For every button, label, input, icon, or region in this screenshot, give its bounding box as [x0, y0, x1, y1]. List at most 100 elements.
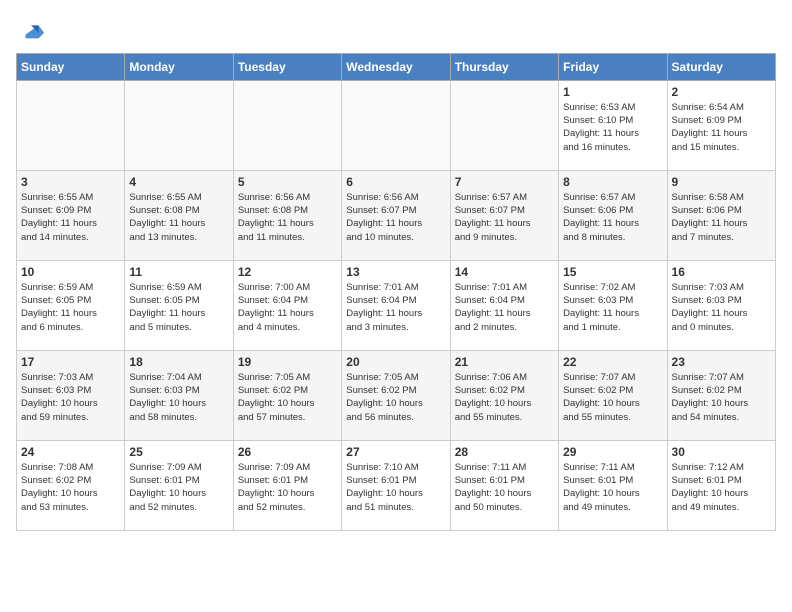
day-cell: 29 Sunrise: 7:11 AM Sunset: 6:01 PM Dayli…: [559, 440, 667, 530]
col-header-wednesday: Wednesday: [342, 53, 450, 80]
week-row-5: 24Sunrise: 7:08 AM Sunset: 6:02 PM Dayli…: [17, 440, 776, 530]
day-info: Sunrise: 7:07 AM Sunset: 6:02 PM Dayligh…: [563, 371, 662, 424]
header-row: SundayMondayTuesdayWednesdayThursdayFrid…: [17, 53, 776, 80]
day-number: 9: [672, 175, 771, 189]
logo-text: [16, 20, 46, 49]
col-header-monday: Monday: [125, 53, 233, 80]
day-info: Sunrise: 7:03 AM Sunset: 6:03 PM Dayligh…: [21, 371, 120, 424]
col-header-tuesday: Tuesday: [233, 53, 341, 80]
day-info: Sunrise: 6:58 AM Sunset: 6:06 PM Dayligh…: [672, 191, 771, 244]
week-row-3: 10 Sunrise: 6:59 AM Sunset: 6:05 PM Dayli…: [17, 260, 776, 350]
day-info: Sunrise: 7:11 AM Sunset: 6:01 PM Dayligh…: [563, 461, 662, 514]
day-cell: 24Sunrise: 7:08 AM Sunset: 6:02 PM Dayli…: [17, 440, 125, 530]
col-header-friday: Friday: [559, 53, 667, 80]
day-cell: 13 Sunrise: 7:01 AM Sunset: 6:04 PM Dayli…: [342, 260, 450, 350]
calendar-table: SundayMondayTuesdayWednesdayThursdayFrid…: [16, 53, 776, 531]
day-info: Sunrise: 7:06 AM Sunset: 6:02 PM Dayligh…: [455, 371, 554, 424]
day-number: 19: [238, 355, 337, 369]
day-cell: 9 Sunrise: 6:58 AM Sunset: 6:06 PM Daylig…: [667, 170, 775, 260]
day-number: 1: [563, 85, 662, 99]
day-number: 3: [21, 175, 120, 189]
day-cell: [17, 80, 125, 170]
day-number: 4: [129, 175, 228, 189]
day-cell: 21 Sunrise: 7:06 AM Sunset: 6:02 PM Dayli…: [450, 350, 558, 440]
logo-icon: [18, 16, 46, 44]
day-info: Sunrise: 7:01 AM Sunset: 6:04 PM Dayligh…: [346, 281, 445, 334]
day-number: 18: [129, 355, 228, 369]
day-info: Sunrise: 7:07 AM Sunset: 6:02 PM Dayligh…: [672, 371, 771, 424]
col-header-sunday: Sunday: [17, 53, 125, 80]
day-number: 27: [346, 445, 445, 459]
day-info: Sunrise: 6:59 AM Sunset: 6:05 PM Dayligh…: [21, 281, 120, 334]
day-number: 11: [129, 265, 228, 279]
day-number: 23: [672, 355, 771, 369]
day-info: Sunrise: 6:56 AM Sunset: 6:07 PM Dayligh…: [346, 191, 445, 244]
day-cell: 1Sunrise: 6:53 AM Sunset: 6:10 PM Daylig…: [559, 80, 667, 170]
week-row-4: 17 Sunrise: 7:03 AM Sunset: 6:03 PM Dayli…: [17, 350, 776, 440]
day-cell: [233, 80, 341, 170]
day-info: Sunrise: 7:02 AM Sunset: 6:03 PM Dayligh…: [563, 281, 662, 334]
day-number: 29: [563, 445, 662, 459]
day-info: Sunrise: 7:09 AM Sunset: 6:01 PM Dayligh…: [238, 461, 337, 514]
day-number: 17: [21, 355, 120, 369]
day-cell: 8 Sunrise: 6:57 AM Sunset: 6:06 PM Daylig…: [559, 170, 667, 260]
day-info: Sunrise: 6:54 AM Sunset: 6:09 PM Dayligh…: [672, 101, 771, 154]
day-cell: [450, 80, 558, 170]
day-info: Sunrise: 7:09 AM Sunset: 6:01 PM Dayligh…: [129, 461, 228, 514]
day-info: Sunrise: 6:56 AM Sunset: 6:08 PM Dayligh…: [238, 191, 337, 244]
day-cell: 17 Sunrise: 7:03 AM Sunset: 6:03 PM Dayli…: [17, 350, 125, 440]
day-info: Sunrise: 6:59 AM Sunset: 6:05 PM Dayligh…: [129, 281, 228, 334]
day-info: Sunrise: 7:01 AM Sunset: 6:04 PM Dayligh…: [455, 281, 554, 334]
day-number: 26: [238, 445, 337, 459]
day-info: Sunrise: 7:05 AM Sunset: 6:02 PM Dayligh…: [238, 371, 337, 424]
day-info: Sunrise: 7:00 AM Sunset: 6:04 PM Dayligh…: [238, 281, 337, 334]
day-info: Sunrise: 7:03 AM Sunset: 6:03 PM Dayligh…: [672, 281, 771, 334]
day-cell: 5 Sunrise: 6:56 AM Sunset: 6:08 PM Daylig…: [233, 170, 341, 260]
day-cell: 4 Sunrise: 6:55 AM Sunset: 6:08 PM Daylig…: [125, 170, 233, 260]
day-number: 15: [563, 265, 662, 279]
day-number: 16: [672, 265, 771, 279]
page-header: [16, 16, 776, 45]
day-info: Sunrise: 7:12 AM Sunset: 6:01 PM Dayligh…: [672, 461, 771, 514]
day-number: 21: [455, 355, 554, 369]
day-number: 14: [455, 265, 554, 279]
day-number: 22: [563, 355, 662, 369]
day-info: Sunrise: 6:55 AM Sunset: 6:09 PM Dayligh…: [21, 191, 120, 244]
day-number: 13: [346, 265, 445, 279]
day-number: 10: [21, 265, 120, 279]
day-number: 5: [238, 175, 337, 189]
week-row-2: 3 Sunrise: 6:55 AM Sunset: 6:09 PM Daylig…: [17, 170, 776, 260]
day-cell: 11 Sunrise: 6:59 AM Sunset: 6:05 PM Dayli…: [125, 260, 233, 350]
day-cell: 27Sunrise: 7:10 AM Sunset: 6:01 PM Dayli…: [342, 440, 450, 530]
day-info: Sunrise: 6:55 AM Sunset: 6:08 PM Dayligh…: [129, 191, 228, 244]
day-info: Sunrise: 6:57 AM Sunset: 6:07 PM Dayligh…: [455, 191, 554, 244]
day-number: 8: [563, 175, 662, 189]
day-cell: 16 Sunrise: 7:03 AM Sunset: 6:03 PM Dayli…: [667, 260, 775, 350]
day-cell: 23 Sunrise: 7:07 AM Sunset: 6:02 PM Dayli…: [667, 350, 775, 440]
day-cell: 28Sunrise: 7:11 AM Sunset: 6:01 PM Dayli…: [450, 440, 558, 530]
day-cell: 20Sunrise: 7:05 AM Sunset: 6:02 PM Dayli…: [342, 350, 450, 440]
day-cell: 7Sunrise: 6:57 AM Sunset: 6:07 PM Daylig…: [450, 170, 558, 260]
day-info: Sunrise: 7:11 AM Sunset: 6:01 PM Dayligh…: [455, 461, 554, 514]
day-cell: 2 Sunrise: 6:54 AM Sunset: 6:09 PM Daylig…: [667, 80, 775, 170]
day-cell: 30 Sunrise: 7:12 AM Sunset: 6:01 PM Dayli…: [667, 440, 775, 530]
day-info: Sunrise: 6:57 AM Sunset: 6:06 PM Dayligh…: [563, 191, 662, 244]
day-cell: 12Sunrise: 7:00 AM Sunset: 6:04 PM Dayli…: [233, 260, 341, 350]
day-cell: 18 Sunrise: 7:04 AM Sunset: 6:03 PM Dayli…: [125, 350, 233, 440]
col-header-thursday: Thursday: [450, 53, 558, 80]
day-cell: 6Sunrise: 6:56 AM Sunset: 6:07 PM Daylig…: [342, 170, 450, 260]
week-row-1: 1Sunrise: 6:53 AM Sunset: 6:10 PM Daylig…: [17, 80, 776, 170]
day-number: 2: [672, 85, 771, 99]
day-cell: 10 Sunrise: 6:59 AM Sunset: 6:05 PM Dayli…: [17, 260, 125, 350]
day-number: 30: [672, 445, 771, 459]
day-cell: 19 Sunrise: 7:05 AM Sunset: 6:02 PM Dayli…: [233, 350, 341, 440]
day-info: Sunrise: 7:04 AM Sunset: 6:03 PM Dayligh…: [129, 371, 228, 424]
day-cell: 14 Sunrise: 7:01 AM Sunset: 6:04 PM Dayli…: [450, 260, 558, 350]
day-number: 24: [21, 445, 120, 459]
day-cell: 26 Sunrise: 7:09 AM Sunset: 6:01 PM Dayli…: [233, 440, 341, 530]
day-cell: [125, 80, 233, 170]
day-number: 25: [129, 445, 228, 459]
col-header-saturday: Saturday: [667, 53, 775, 80]
day-cell: 15 Sunrise: 7:02 AM Sunset: 6:03 PM Dayli…: [559, 260, 667, 350]
day-cell: 22 Sunrise: 7:07 AM Sunset: 6:02 PM Dayli…: [559, 350, 667, 440]
